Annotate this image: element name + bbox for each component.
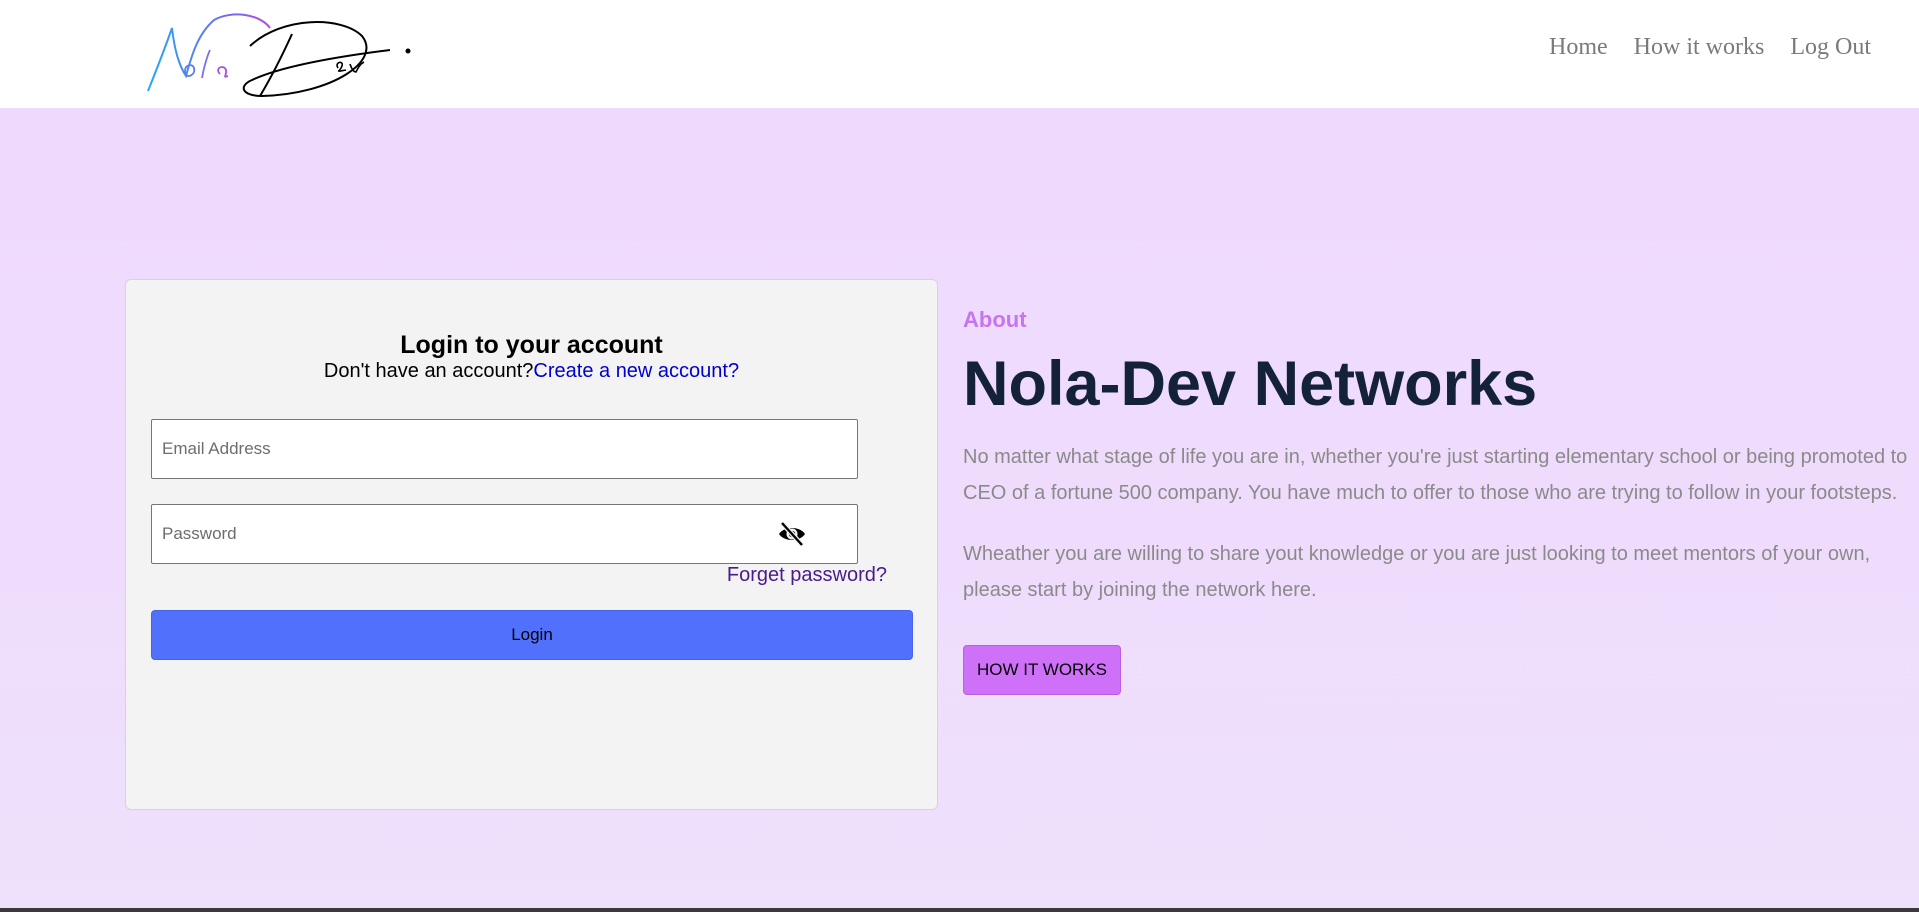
login-button[interactable]: Login [151,610,913,660]
forget-password-link[interactable]: Forget password? [727,564,887,587]
email-field[interactable] [151,419,858,479]
login-title: Login to your account [400,331,663,359]
main-nav: Home How it works Log Out [1549,34,1871,61]
about-paragraph-2: Wheather you are willing to share yout k… [963,543,1871,601]
nav-log-out-link[interactable]: Log Out [1790,34,1871,61]
password-field[interactable] [151,504,858,564]
about-kicker: About [963,307,1027,332]
nav-home-link[interactable]: Home [1549,34,1608,61]
create-account-link[interactable]: Create a new account? [533,360,739,382]
site-header: Home How it works Log Out [0,0,1919,108]
how-it-works-button[interactable]: HOW IT WORKS [963,645,1121,695]
logo-signature-icon [147,13,411,98]
signup-prompt: Don't have an account?Create a new accou… [126,360,937,383]
no-account-text: Don't have an account? [323,360,534,382]
login-card: Login to your account Don't have an acco… [125,279,938,810]
eye-slash-icon[interactable] [777,520,807,548]
about-paragraph-1: No matter what stage of life you are in,… [963,446,1908,504]
nav-how-it-works-link[interactable]: How it works [1634,34,1765,61]
nola-dev-logo[interactable] [142,6,422,106]
about-title: Nola-Dev Networks [963,349,1538,419]
bottom-divider [0,908,1919,912]
